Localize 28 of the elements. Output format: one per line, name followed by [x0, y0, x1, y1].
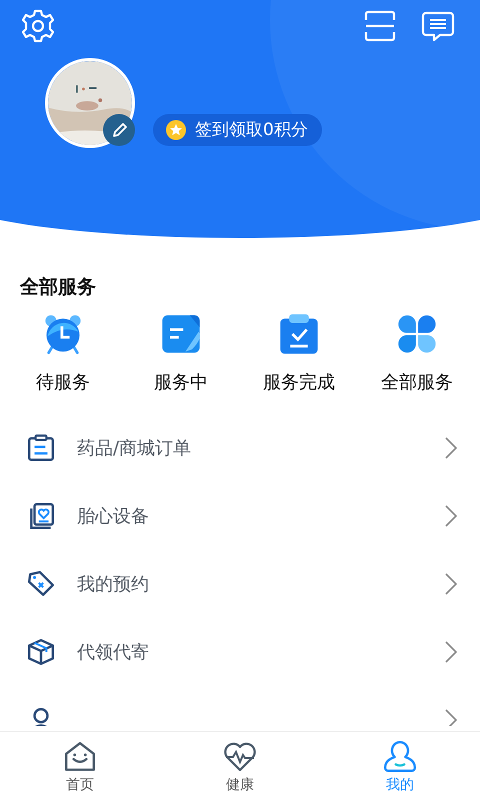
- user-icon: [383, 740, 417, 774]
- scan-icon[interactable]: [362, 8, 398, 44]
- chevron-right-icon: [444, 708, 458, 726]
- box-icon: [27, 638, 55, 666]
- chevron-right-icon: [444, 436, 458, 460]
- menu-item[interactable]: 代领代寄: [0, 618, 480, 686]
- tag-icon: [27, 570, 55, 598]
- section-title: 全部服务: [18, 275, 97, 300]
- nav-tab[interactable]: 健康: [160, 732, 320, 800]
- service-shortcut[interactable]: 服务中: [122, 312, 240, 394]
- chevron-right-icon: [444, 640, 458, 664]
- nav-tab[interactable]: 首页: [0, 732, 160, 800]
- home-smile-icon: [63, 740, 97, 774]
- menu-item[interactable]: 胎心设备: [0, 482, 480, 550]
- heart-frame-icon: [27, 502, 55, 530]
- menu-item[interactable]: 我的预约: [0, 550, 480, 618]
- chevron-right-icon: [444, 504, 458, 528]
- settings-icon[interactable]: [20, 8, 56, 44]
- clipboard-icon: [27, 434, 55, 462]
- menu-item[interactable]: 药品/商城订单: [0, 414, 480, 482]
- chevron-right-icon: [444, 572, 458, 596]
- service-shortcut[interactable]: 全部服务: [358, 312, 476, 394]
- star-coin-icon: [165, 119, 187, 141]
- service-shortcut[interactable]: 服务完成: [240, 312, 358, 394]
- heartbeat-icon: [223, 740, 257, 774]
- edit-icon[interactable]: [103, 114, 135, 146]
- checkin-badge[interactable]: 签到领取0积分: [153, 114, 322, 146]
- service-shortcut[interactable]: 待服务: [4, 312, 122, 394]
